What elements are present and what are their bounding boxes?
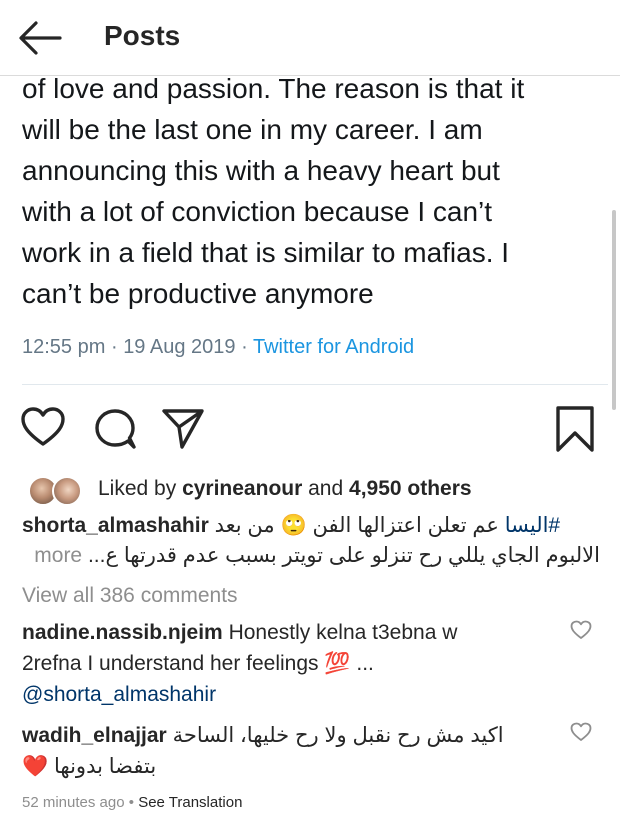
like-button[interactable] [20,405,66,453]
tweet-meta: 12:55 pm · 19 Aug 2019 · Twitter for And… [22,336,414,359]
tweet-separator: · [241,336,248,358]
page-title: Posts [104,20,181,51]
bookmark-icon [556,406,594,452]
post-footer: 52 minutes ago • See Translation [22,794,242,811]
comment: nadine.nassib.njeim Honestly kelna t3ebn… [22,617,562,710]
tweet-source: Twitter for Android [252,336,415,358]
comment-button[interactable] [92,405,138,453]
comment: wadih_elnajjar اكيد مش رح نقبل ولا رح خل… [22,720,562,782]
share-button[interactable] [160,405,206,453]
avatar[interactable] [52,476,82,506]
share-icon [162,409,204,449]
tweet-date: 19 Aug 2019 [123,336,236,358]
tweet-line: will be the last one in my career. I am [22,114,483,145]
footer-dot: • [128,794,135,811]
comment-icon [95,409,136,449]
see-translation-link[interactable]: See Translation [138,794,242,811]
save-button[interactable] [555,405,601,453]
action-bar [0,405,620,455]
likes-count[interactable]: 4,950 others [349,477,472,500]
caption-line1-text: عم تعلن اعتزالها الفن [312,514,499,537]
tweet-line: work in a field that is similar to mafia… [22,237,510,268]
comment-like-button[interactable] [570,722,592,742]
scrollbar[interactable] [612,210,616,410]
back-button[interactable] [16,18,64,58]
caption-line2: الالبوم الجاي يللي رح تنزلو على تويتر بس… [87,544,600,567]
comment-text: بتفضا بدونها [54,755,157,778]
caption-hashtag[interactable]: #اليسا [505,514,560,537]
comment-emoji: ❤️ [22,755,49,778]
likes-row: Liked by cyrineanour and 4,950 others [28,474,608,506]
likes-and: and [308,477,344,500]
comment-emoji: 💯 [324,652,351,675]
caption-emoji: 🙄 [280,514,307,537]
tweet-time: 12:55 pm [22,336,106,358]
liker-username[interactable]: cyrineanour [182,477,302,500]
view-all-comments-link[interactable]: View all 386 comments [22,584,238,608]
comment-text: 2refna I understand her feelings [22,652,319,675]
tweet-line: with a lot of conviction because I can’t [22,196,493,227]
comment-text: Honestly kelna t3ebna w [228,621,458,644]
heart-icon [570,620,592,639]
divider [22,384,608,385]
caption-text: #اليسا عم تعلن اعتزالها الفن 🙄 من بعد [215,514,561,537]
tweet-image: of love and passion. The reason is that … [0,66,620,386]
likes-text: Liked by cyrineanour and 4,950 others [98,477,472,501]
caption-username[interactable]: shorta_almashahir [22,514,209,537]
comment-text: اكيد مش رح نقبل ولا رح خليها، الساحة [172,724,504,747]
heart-icon [570,722,592,741]
tweet-line: announcing this with a heavy heart but [22,155,500,186]
comment-username[interactable]: nadine.nassib.njeim [22,621,223,644]
likes-prefix: Liked by [98,477,177,500]
comment-mention[interactable]: @shorta_almashahir [22,683,216,706]
heart-icon [21,407,65,446]
comment-username[interactable]: wadih_elnajjar [22,724,167,747]
arrow-left-icon [19,21,62,55]
caption-line1-end: من بعد [214,514,275,537]
tweet-text: of love and passion. The reason is that … [22,68,607,314]
comment-ellipsis: ... [356,652,374,675]
more-link[interactable]: more [34,544,82,567]
tweet-separator: · [110,336,118,358]
post-caption: shorta_almashahir #اليسا عم تعلن اعتزاله… [22,511,600,571]
tweet-line: can’t be productive anymore [22,278,374,309]
top-bar: Posts [0,0,620,76]
comment-like-button[interactable] [570,620,592,640]
post-timestamp: 52 minutes ago [22,794,125,811]
